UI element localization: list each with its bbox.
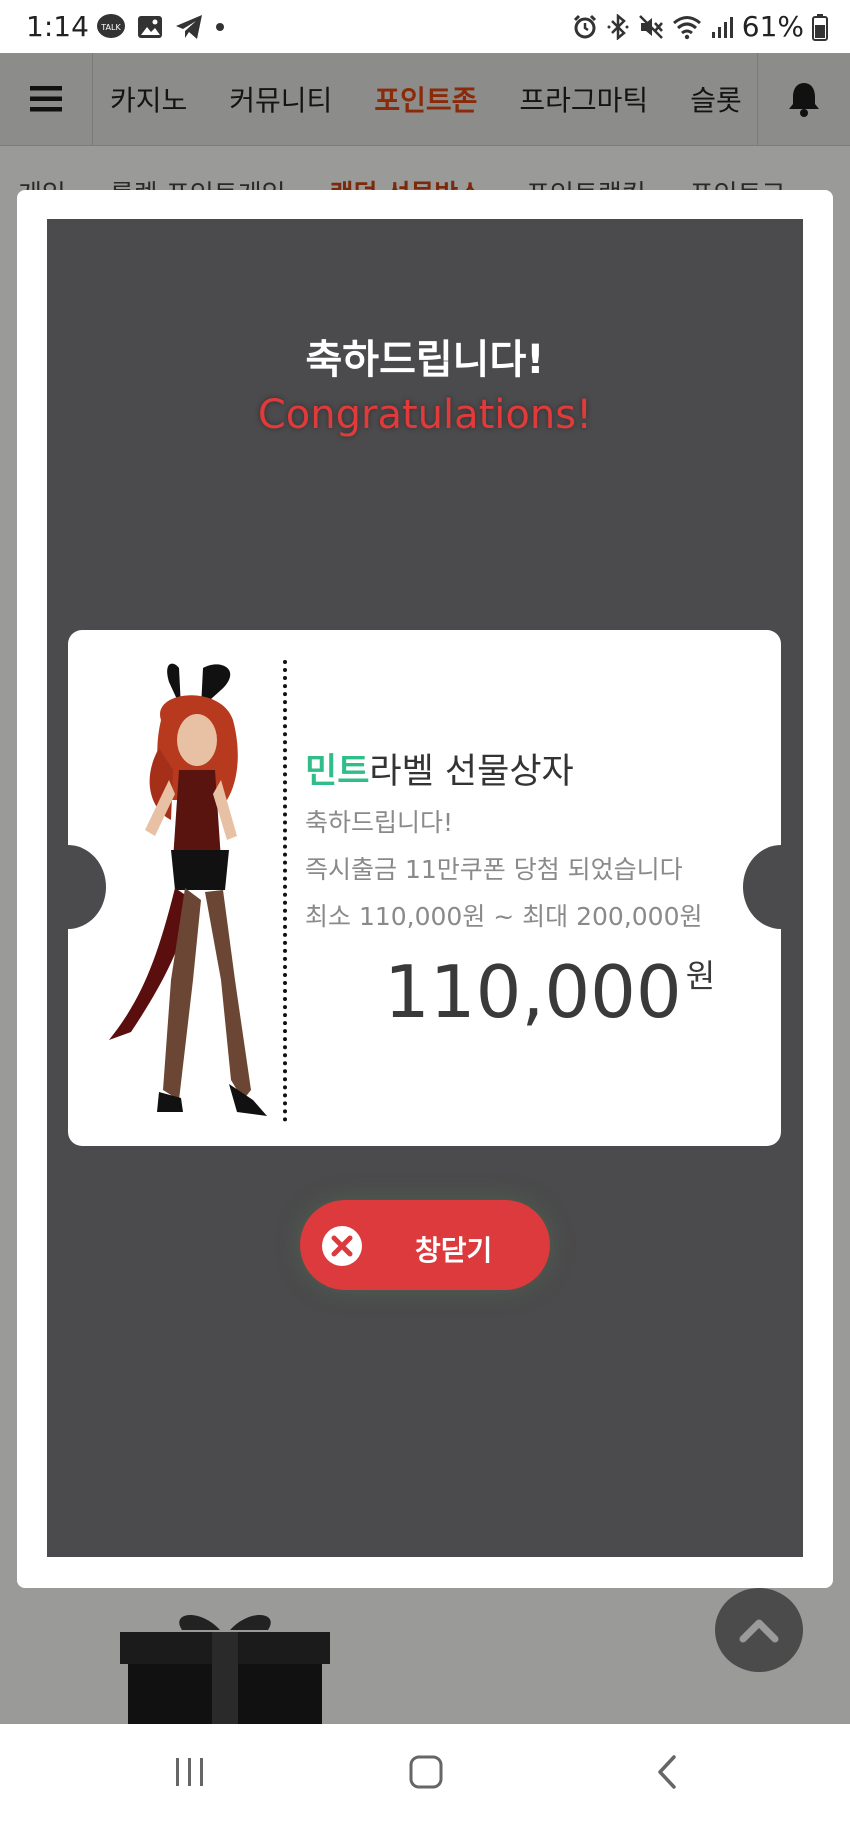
status-time: 1:14 bbox=[26, 10, 89, 43]
status-bar: 1:14 TALK 61% bbox=[0, 0, 850, 53]
gift-box-icon bbox=[120, 1614, 330, 1725]
prize-name-accent: 민트 bbox=[305, 752, 370, 792]
chevron-up-icon bbox=[739, 1619, 779, 1643]
back-icon bbox=[658, 1755, 676, 1789]
top-nav: 카지노 커뮤니티 포인트존 프라그마틱 슬롯 bbox=[0, 53, 850, 146]
tab-pragmatic[interactable]: 프라그마틱 bbox=[519, 79, 648, 119]
prize-line-description: 즉시출금 11만쿠폰 당첨 되었습니다 bbox=[305, 855, 683, 884]
svg-text:TALK: TALK bbox=[100, 23, 121, 32]
hamburger-icon bbox=[30, 86, 62, 112]
telegram-icon bbox=[174, 13, 204, 41]
ticket-notch-right bbox=[743, 845, 803, 929]
alarm-icon bbox=[572, 14, 598, 40]
battery-icon bbox=[812, 13, 828, 41]
bluetooth-icon bbox=[606, 13, 630, 40]
tab-community[interactable]: 커뮤니티 bbox=[229, 79, 332, 119]
character-illustration bbox=[109, 663, 267, 1116]
system-nav-bar bbox=[0, 1724, 850, 1823]
prize-modal: 축하드립니다! Congratulations! 민트라벨 선물상자 축하드립니… bbox=[17, 190, 833, 1588]
recent-apps-button[interactable] bbox=[172, 1754, 208, 1794]
home-button[interactable] bbox=[408, 1754, 444, 1794]
image-icon bbox=[136, 13, 164, 41]
prize-amount: 110,000 원 bbox=[384, 950, 715, 1034]
dot-icon bbox=[214, 21, 226, 33]
wifi-icon bbox=[672, 14, 702, 40]
prize-line-congrats: 축하드립니다! bbox=[305, 808, 454, 837]
nav-tabs: 카지노 커뮤니티 포인트존 프라그마틱 슬롯 bbox=[92, 53, 758, 145]
bell-icon bbox=[789, 83, 819, 117]
congrats-title: 축하드립니다! bbox=[305, 337, 545, 383]
back-button[interactable] bbox=[650, 1754, 686, 1794]
battery-percent: 61% bbox=[741, 10, 804, 43]
recent-apps-icon bbox=[176, 1758, 203, 1786]
mute-icon bbox=[638, 14, 664, 40]
notification-button[interactable] bbox=[757, 53, 850, 145]
tab-slot[interactable]: 슬롯 bbox=[690, 79, 742, 119]
tab-casino[interactable]: 카지노 bbox=[110, 79, 187, 119]
ticket-notch-left bbox=[47, 845, 106, 929]
prize-line-range: 최소 110,000원 ~ 최대 200,000원 bbox=[305, 902, 703, 931]
ticket-perforation bbox=[283, 660, 287, 1122]
prize-amount-currency: 원 bbox=[685, 957, 716, 995]
tab-point-zone[interactable]: 포인트존 bbox=[374, 79, 477, 119]
prize-name-rest: 라벨 선물상자 bbox=[369, 752, 574, 792]
close-icon bbox=[322, 1226, 362, 1266]
prize-ticket: 민트라벨 선물상자 축하드립니다! 즉시출금 11만쿠폰 당첨 되었습니다 최소… bbox=[47, 630, 803, 1146]
prize-amount-value: 110,000 bbox=[384, 950, 682, 1034]
close-modal-label: 창닫기 bbox=[415, 1235, 493, 1266]
close-modal-button[interactable]: 창닫기 bbox=[300, 1200, 550, 1290]
scroll-top-button[interactable] bbox=[715, 1588, 803, 1672]
prize-name: 민트라벨 선물상자 bbox=[305, 743, 574, 794]
signal-icon bbox=[710, 14, 734, 40]
congrats-subtitle: Congratulations! bbox=[257, 392, 593, 438]
kakaotalk-icon: TALK bbox=[96, 12, 126, 42]
modal-panel: 축하드립니다! Congratulations! 민트라벨 선물상자 축하드립니… bbox=[47, 219, 803, 1557]
home-icon bbox=[409, 1755, 443, 1789]
menu-button[interactable] bbox=[0, 53, 93, 145]
